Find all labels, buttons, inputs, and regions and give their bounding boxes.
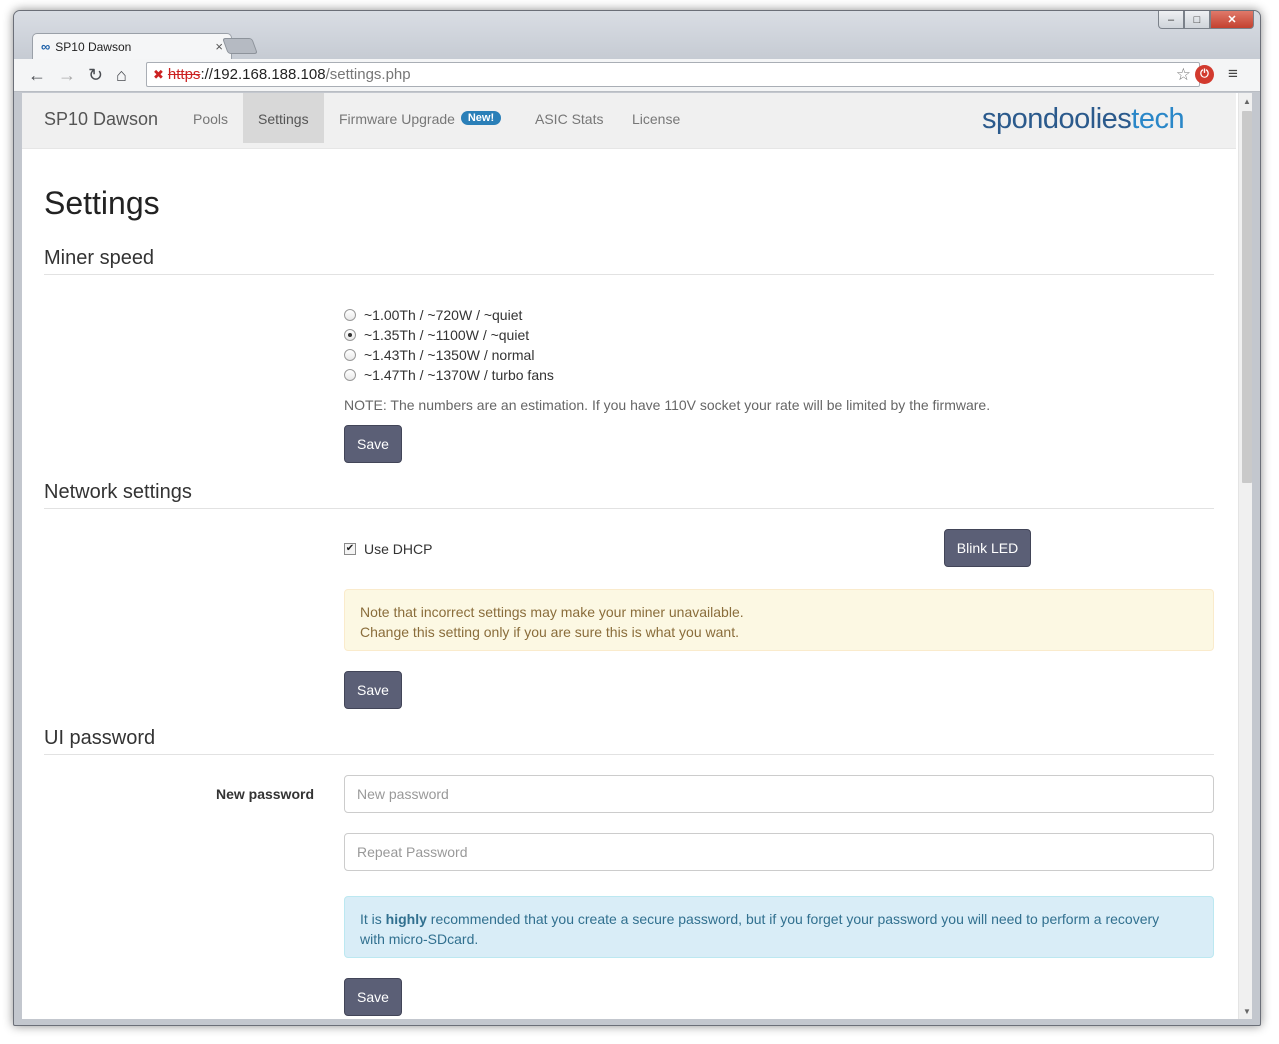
nav-pools[interactable]: Pools [193,93,228,143]
speed-radio-3[interactable] [344,349,356,361]
address-bar[interactable]: ✖ https ://192.168.188.108 /settings.php… [146,62,1200,87]
window-controls: ‒ □ ✕ [1158,11,1254,29]
new-tab-button[interactable] [222,38,258,54]
maximize-button[interactable]: □ [1184,11,1210,29]
speed-note: NOTE: The numbers are an estimation. If … [344,397,991,413]
speed-option-4-label: ~1.47Th / ~1370W / turbo fans [364,367,554,383]
url-scheme: https [167,66,201,83]
spondoolies-logo: spondooliestech [982,103,1185,136]
save-network-button[interactable]: Save [344,671,402,709]
browser-tab[interactable]: ∞ SP10 Dawson × [32,33,232,60]
new-password-input[interactable] [344,775,1214,813]
speed-option-3-label: ~1.43Th / ~1350W / normal [364,347,535,363]
speed-option-3[interactable]: ~1.43Th / ~1350W / normal [344,347,534,363]
miner-favicon-icon: ∞ [41,39,51,54]
new-badge: New! [460,111,502,125]
nav-firmware-upgrade-label: Firmware Upgrade [339,111,455,127]
navbar-brand[interactable]: SP10 Dawson [44,109,158,130]
tab-close-icon[interactable]: × [215,40,223,54]
menu-icon[interactable]: ≡ [1228,65,1238,83]
ui-password-heading: UI password [44,727,1214,755]
miner-speed-heading: Miner speed [44,247,1214,275]
speed-option-2[interactable]: ~1.35Th / ~1100W / ~quiet [344,327,529,343]
close-window-button[interactable]: ✕ [1210,11,1254,29]
speed-option-1[interactable]: ~1.00Th / ~720W / ~quiet [344,307,522,323]
dhcp-option[interactable]: ✔ Use DHCP [344,541,432,557]
scroll-down-arrow-icon[interactable]: ▼ [1243,1007,1251,1016]
info-line-1: It is highly recommended that you create… [360,909,1198,929]
site-navbar: SP10 Dawson Pools Settings Firmware Upgr… [22,93,1236,149]
speed-radio-2[interactable] [344,329,356,341]
bookmark-star-icon[interactable]: ☆ [1176,65,1191,85]
scroll-up-arrow-icon[interactable]: ▲ [1243,97,1251,106]
password-info-alert: It is highly recommended that you create… [344,896,1214,958]
title-bar: ∞ SP10 Dawson × ‒ □ ✕ [14,11,1260,60]
warning-line-1: Note that incorrect settings may make yo… [360,604,744,620]
warning-line-2: Change this setting only if you are sure… [360,624,739,640]
dhcp-checkbox[interactable]: ✔ [344,543,356,555]
network-settings-heading: Network settings [44,481,1214,509]
page-title: Settings [44,185,160,221]
logo-text-b: tech [1131,103,1185,135]
blink-led-button[interactable]: Blink LED [944,529,1031,567]
url-path: /settings.php [325,66,411,83]
minimize-button[interactable]: ‒ [1158,11,1184,29]
page-viewport: SP10 Dawson Pools Settings Firmware Upgr… [22,93,1252,1019]
logo-text-a: spondoolies [982,103,1132,135]
info-post: recommended that you create a secure pas… [426,911,1160,927]
speed-option-1-label: ~1.00Th / ~720W / ~quiet [364,307,523,323]
new-password-label: New password [215,786,314,802]
browser-window: ∞ SP10 Dawson × ‒ □ ✕ ← → ↻ ⌂ ✖ https :/… [13,10,1261,1026]
home-icon[interactable]: ⌂ [116,65,127,85]
tab-title: SP10 Dawson [55,40,132,54]
speed-radio-4[interactable] [344,369,356,381]
browser-toolbar: ← → ↻ ⌂ ✖ https ://192.168.188.108 /sett… [14,59,1260,92]
page-scrollbar[interactable]: ▲ ▼ [1238,93,1252,1019]
info-line-2: with micro-SDcard. [360,931,479,947]
speed-option-2-label: ~1.35Th / ~1100W / ~quiet [364,327,530,343]
repeat-password-input[interactable] [344,833,1214,871]
speed-radio-1[interactable] [344,309,356,321]
save-speed-button[interactable]: Save [344,425,402,463]
reload-icon[interactable]: ↻ [88,65,103,85]
nav-firmware-upgrade[interactable]: Firmware Upgrade New! [339,93,502,143]
network-warning-alert: Note that incorrect settings may make yo… [344,589,1214,651]
back-arrow-icon[interactable]: ← [28,65,46,85]
speed-option-4[interactable]: ~1.47Th / ~1370W / turbo fans [344,367,554,383]
info-bold: highly [385,911,427,927]
dhcp-label: Use DHCP [364,541,433,557]
save-password-button[interactable]: Save [344,978,402,1016]
nav-asic-stats[interactable]: ASIC Stats [535,93,603,143]
info-pre: It is [360,911,386,927]
scrollbar-thumb[interactable] [1242,111,1252,483]
nav-settings[interactable]: Settings [243,93,324,143]
nav-license[interactable]: License [632,93,680,143]
url-host: ://192.168.188.108 [200,66,326,83]
forward-arrow-icon[interactable]: → [58,65,76,85]
insecure-lock-icon: ✖ [153,67,164,82]
extension-icon[interactable]: ⏻ [1195,65,1214,84]
